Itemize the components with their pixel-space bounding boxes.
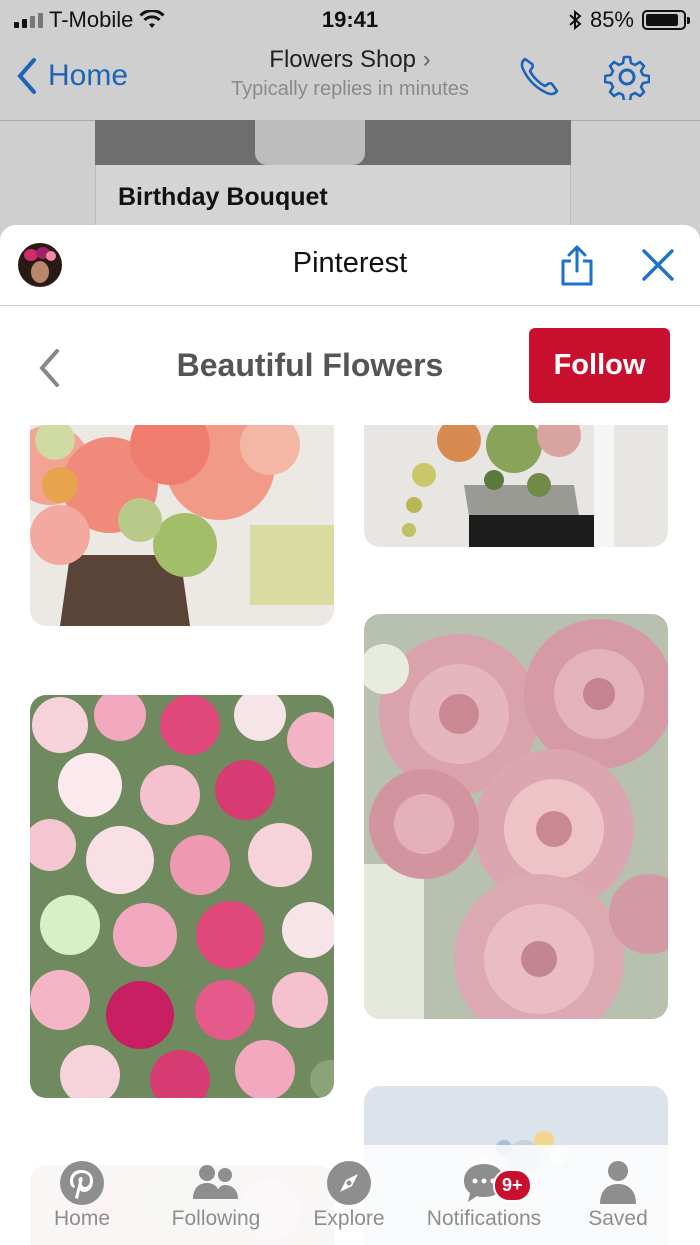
tab-following[interactable]: Following <box>151 1159 281 1231</box>
pin-ranunculus-mixed[interactable] <box>30 695 334 1098</box>
status-bar: T-Mobile 19:41 85% <box>0 0 700 40</box>
pin-hanging-bouquet[interactable] <box>364 425 668 547</box>
webview-header: Pinterest <box>0 225 700 306</box>
share-icon[interactable] <box>558 245 596 287</box>
person-icon <box>600 1161 636 1204</box>
tab-notifications-label: Notifications <box>426 1207 542 1230</box>
tab-saved[interactable]: Saved <box>553 1159 683 1231</box>
notification-badge: 9+ <box>493 1169 532 1202</box>
close-icon[interactable] <box>640 247 676 283</box>
tab-explore[interactable]: Explore <box>284 1159 414 1231</box>
status-right: 85% <box>568 7 690 33</box>
bluetooth-icon <box>569 9 582 31</box>
board-header: Beautiful Flowers Follow <box>0 305 700 425</box>
tab-bar: Home Following Explore Notifications 9+ … <box>0 1145 700 1245</box>
people-icon <box>193 1165 238 1199</box>
webview-sheet: Pinterest Beautiful Flowers Follow <box>0 225 700 1245</box>
message-card-image <box>95 120 571 165</box>
phone-icon[interactable] <box>516 54 562 100</box>
pin-peonies[interactable] <box>30 425 334 626</box>
tab-notifications[interactable]: Notifications 9+ <box>419 1159 549 1231</box>
pin-pink-ranunculus[interactable] <box>364 614 668 1019</box>
tab-following-label: Following <box>171 1207 261 1230</box>
tab-home[interactable]: Home <box>17 1159 147 1231</box>
tab-saved-label: Saved <box>588 1207 648 1230</box>
message-card-title: Birthday Bouquet <box>118 183 328 211</box>
battery-icon <box>642 10 690 30</box>
chat-subtitle: Typically replies in minutes <box>231 78 469 100</box>
tab-explore-label: Explore <box>313 1207 385 1230</box>
pinterest-logo-icon <box>60 1161 104 1205</box>
compass-icon <box>327 1161 371 1205</box>
board-title: Beautiful Flowers <box>176 347 444 383</box>
tab-home-label: Home <box>53 1207 111 1230</box>
battery-percent: 85% <box>589 7 634 32</box>
chat-title: Flowers Shop <box>269 46 417 73</box>
chat-navbar: Home Flowers Shop › Typically replies in… <box>0 40 700 121</box>
chevron-right-icon: › <box>422 46 431 73</box>
gear-icon[interactable] <box>604 54 650 100</box>
chat-title-block[interactable]: Flowers Shop › Typically replies in minu… <box>0 46 700 101</box>
message-card[interactable]: Birthday Bouquet <box>95 165 571 226</box>
follow-button[interactable]: Follow <box>529 328 670 403</box>
